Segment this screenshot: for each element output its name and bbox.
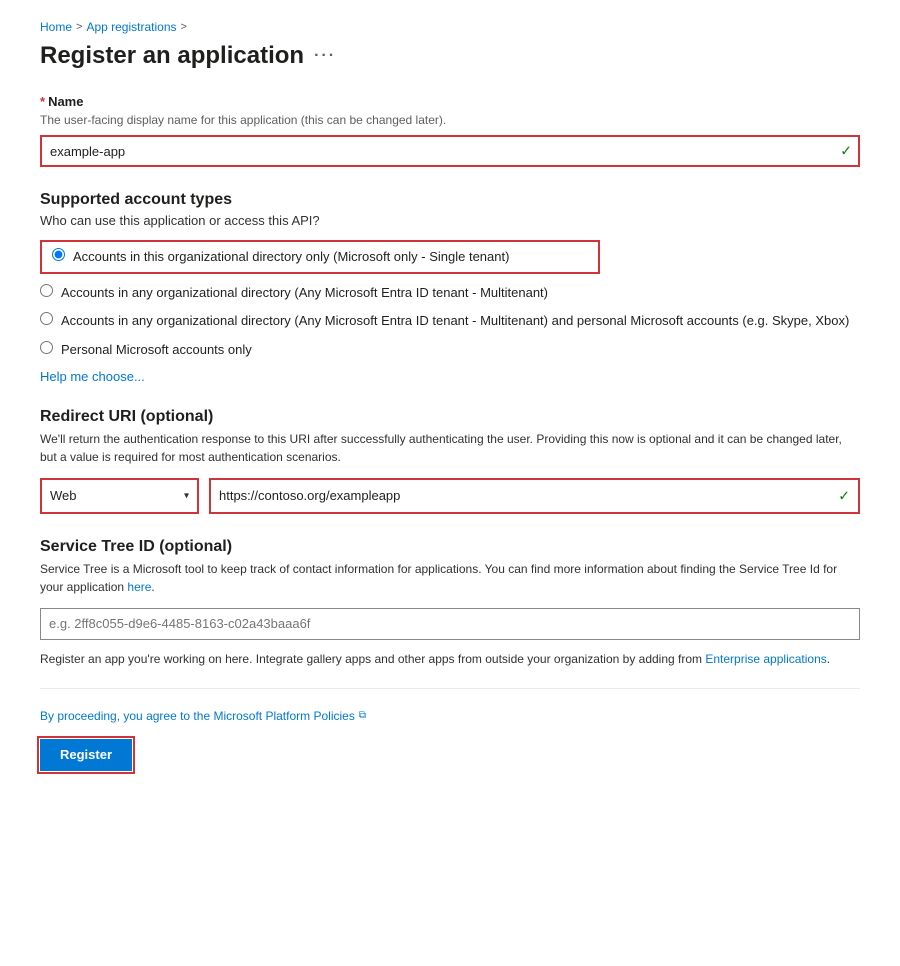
help-me-choose-link[interactable]: Help me choose... [40,369,145,384]
account-types-radio-group: Accounts in this organizational director… [40,240,860,359]
name-description: The user-facing display name for this ap… [40,113,860,127]
account-type-label-4: Personal Microsoft accounts only [61,341,252,359]
service-tree-desc-text-2: . [151,580,154,594]
account-type-label-2: Accounts in any organizational directory… [61,284,548,302]
name-section: *Name The user-facing display name for t… [40,94,860,167]
page-title-container: Register an application ··· [40,42,860,70]
account-types-subtitle: Who can use this application or access t… [40,213,860,228]
enterprise-applications-link[interactable]: Enterprise applications [705,652,826,666]
breadcrumb: Home > App registrations > [40,20,860,34]
platform-select[interactable]: Web SPA Public client/native (mobile & d… [42,480,197,512]
account-type-label-1: Accounts in this organizational director… [73,248,509,266]
redirect-uri-input[interactable] [211,480,858,512]
account-types-title: Supported account types [40,191,860,209]
account-type-option-2[interactable]: Accounts in any organizational directory… [40,284,860,302]
breadcrumb-sep-1: > [76,21,82,33]
required-star: * [40,94,45,109]
page-title: Register an application [40,42,304,70]
account-types-section: Supported account types Who can use this… [40,191,860,384]
bottom-note: Register an app you're working on here. … [40,650,860,668]
service-tree-here-link[interactable]: here [127,580,151,594]
service-tree-title: Service Tree ID (optional) [40,538,860,556]
service-tree-desc-text-1: Service Tree is a Microsoft tool to keep… [40,562,837,594]
platform-select-wrapper: Web SPA Public client/native (mobile & d… [40,478,199,514]
account-type-radio-4[interactable] [40,341,53,354]
service-tree-description: Service Tree is a Microsoft tool to keep… [40,560,860,596]
external-link-icon: ⧉ [359,710,366,721]
divider [40,688,860,689]
redirect-description: We'll return the authentication response… [40,430,860,466]
name-check-icon: ✓ [840,143,852,160]
redirect-inputs-row: Web SPA Public client/native (mobile & d… [40,478,860,514]
redirect-title: Redirect URI (optional) [40,408,860,426]
uri-check-icon: ✓ [838,487,850,504]
breadcrumb-app-registrations[interactable]: App registrations [86,20,176,34]
account-type-radio-1[interactable] [52,248,65,261]
breadcrumb-sep-2: > [181,21,187,33]
name-input[interactable] [40,135,860,167]
bottom-note-text-before: Register an app you're working on here. … [40,652,705,666]
policy-text-label: By proceeding, you agree to the Microsof… [40,709,355,723]
name-label: *Name [40,94,860,109]
account-type-radio-2[interactable] [40,284,53,297]
uri-input-wrapper: ✓ [209,478,860,514]
redirect-section: Redirect URI (optional) We'll return the… [40,408,860,514]
service-tree-id-input[interactable] [40,608,860,640]
bottom-note-text-after: . [827,652,830,666]
account-type-option-1[interactable]: Accounts in this organizational director… [40,240,600,274]
register-button[interactable]: Register [40,739,132,771]
breadcrumb-home[interactable]: Home [40,20,72,34]
account-type-option-3[interactable]: Accounts in any organizational directory… [40,312,860,330]
page-title-ellipsis[interactable]: ··· [314,47,336,65]
account-type-radio-3[interactable] [40,312,53,325]
policy-link[interactable]: By proceeding, you agree to the Microsof… [40,709,860,723]
name-input-wrapper: ✓ [40,135,860,167]
service-tree-section: Service Tree ID (optional) Service Tree … [40,538,860,640]
account-type-option-4[interactable]: Personal Microsoft accounts only [40,341,860,359]
account-type-label-3: Accounts in any organizational directory… [61,312,849,330]
